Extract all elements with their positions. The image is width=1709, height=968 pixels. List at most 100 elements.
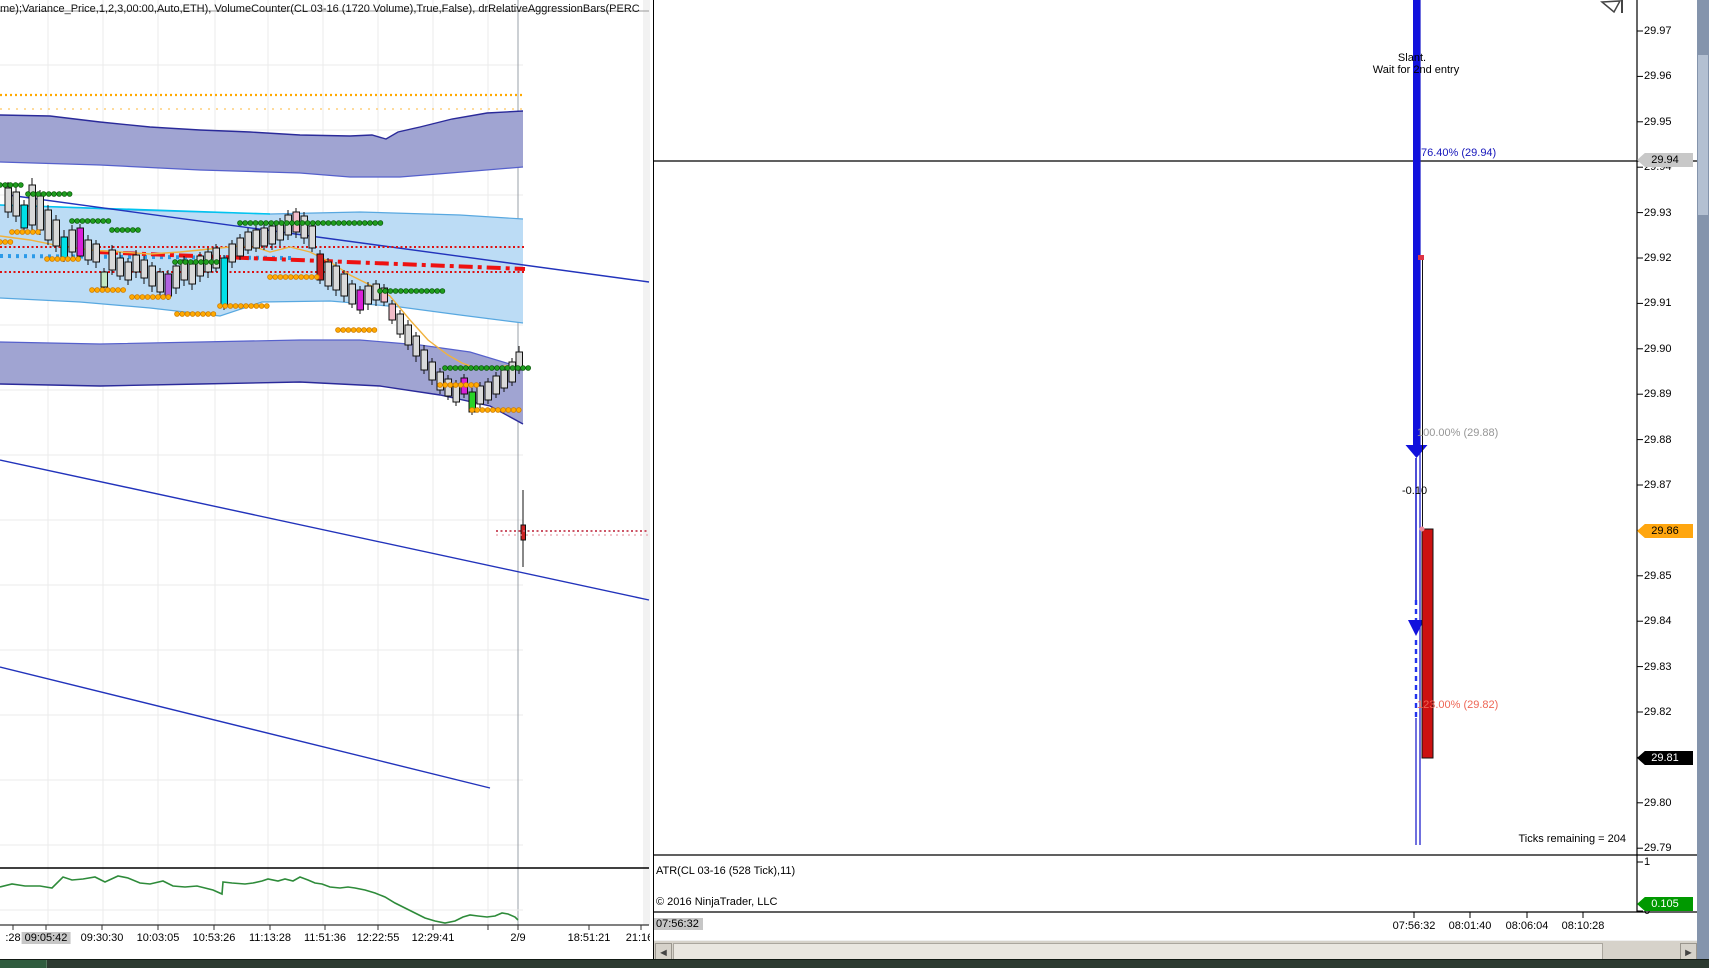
orange-aggression-dot [150, 294, 156, 300]
green-aggression-dot [2, 182, 8, 188]
candle-body [244, 231, 252, 251]
taskbar-strip [0, 959, 1709, 968]
candle-body [308, 225, 316, 249]
green-aggression-dot [198, 259, 204, 265]
orange-aggression-dot [437, 382, 443, 388]
orange-aggression-dot [165, 294, 172, 300]
candle-body [108, 249, 116, 271]
candle-body [148, 265, 156, 287]
green-aggression-dot [193, 259, 199, 265]
candle-body [332, 265, 340, 291]
price-axis-label: 29.97 [1644, 25, 1672, 37]
green-aggression-dot [182, 259, 189, 265]
green-aggression-dot [56, 191, 62, 197]
green-aggression-dot [247, 220, 254, 226]
orange-aggression-dot [277, 274, 284, 280]
orange-aggression-dot [70, 256, 76, 262]
orange-aggression-dot [272, 274, 279, 280]
green-aggression-dot [499, 365, 506, 371]
candle-body [172, 265, 180, 289]
green-aggression-dot [418, 288, 425, 294]
orange-aggression-dot [14, 229, 21, 235]
orange-aggression-dot [248, 303, 255, 309]
orange-aggression-dot [75, 256, 81, 262]
orange-aggression-dot [500, 407, 507, 413]
green-aggression-dot [95, 218, 101, 224]
candle-body [364, 285, 372, 305]
blue-arrow-head [1405, 445, 1428, 458]
candle-body [404, 324, 412, 346]
green-aggression-dot [413, 288, 420, 294]
green-aggression-dot [325, 220, 332, 226]
taskbar-left-segment[interactable] [0, 960, 47, 968]
vertical-scrollbar[interactable] [1697, 0, 1709, 963]
green-aggression-dot [504, 365, 511, 371]
fib-123-label: 123.00% (29.82) [1417, 699, 1499, 711]
left-chart-panel[interactable]: me);Variance_Price,1,2,3,00:00,Auto,ETH)… [0, 0, 650, 968]
time-axis-label: 2/9 [510, 932, 526, 944]
candle-body [124, 261, 132, 281]
price-axis-label: 29.92 [1644, 252, 1672, 264]
orange-aggression-dot [287, 274, 294, 280]
green-aggression-dot [172, 259, 178, 265]
candle-body [52, 219, 60, 247]
orange-aggression-dot [350, 327, 357, 333]
orange-aggression-dot [263, 303, 270, 309]
orange-aggression-dot [195, 311, 201, 317]
candle-body [212, 247, 220, 269]
green-aggression-dot [387, 288, 394, 294]
candle-body [100, 271, 108, 288]
time-axis-label: 08:06:04 [1505, 920, 1549, 932]
pennant-flag-icon[interactable] [1600, 0, 1630, 14]
candle-body [36, 195, 44, 231]
orange-aggression-dot [7, 239, 14, 245]
left-chart-canvas[interactable] [0, 0, 650, 968]
trading-workspace: me);Variance_Price,1,2,3,00:00,Auto,ETH)… [0, 0, 1709, 968]
green-aggression-dot [119, 227, 126, 233]
orange-aggression-dot [115, 287, 121, 293]
candle-body [268, 225, 276, 245]
orange-aggression-dot [134, 294, 141, 300]
candle-body [252, 229, 260, 249]
green-aggression-dot [494, 365, 500, 371]
green-aggression-dot [177, 259, 184, 265]
entry-red-tick [1418, 255, 1424, 260]
green-aggression-dot [462, 365, 469, 371]
green-aggression-dot [114, 227, 120, 233]
atr-indicator-label: ATR(CL 03-16 (528 Tick),11) [656, 865, 796, 877]
green-aggression-dot [434, 288, 441, 294]
green-aggression-dot [257, 220, 264, 226]
green-aggression-dot [7, 182, 14, 188]
vertical-scrollbar-thumb[interactable] [1698, 55, 1708, 215]
orange-aggression-dot [184, 311, 191, 317]
price-axis-label: 29.79 [1644, 842, 1672, 855]
orange-aggression-dot [366, 327, 373, 333]
green-aggression-dot [346, 220, 353, 226]
candle-body [340, 273, 348, 297]
green-aggression-dot [100, 218, 106, 224]
green-aggression-dot [79, 218, 86, 224]
orange-aggression-dot [371, 327, 378, 333]
green-aggression-dot [356, 220, 363, 226]
candle-body [500, 369, 508, 389]
orange-aggression-dot [238, 303, 244, 309]
orange-aggression-dot [474, 407, 481, 413]
right-chart-canvas[interactable] [654, 0, 1697, 940]
green-aggression-dot [130, 227, 136, 233]
orange-aggression-dot [217, 303, 223, 309]
ticks-remaining-label: Ticks remaining = 204 [1518, 833, 1626, 845]
fib-100-label: 100.00% (29.88) [1417, 427, 1499, 439]
orange-aggression-dot [99, 287, 106, 293]
candle-body [348, 283, 356, 305]
green-aggression-dot [84, 218, 91, 224]
time-axis-label: 09:30:30 [80, 932, 124, 944]
green-aggression-dot [45, 191, 52, 197]
price-axis-label: 29.90 [1644, 342, 1672, 355]
candle-body [84, 239, 92, 261]
green-aggression-dot [17, 182, 24, 188]
right-chart-panel[interactable]: Slant. Wait for 2nd entry 76.40% (29.94)… [653, 0, 1697, 968]
green-aggression-dot [66, 191, 73, 197]
green-aggression-dot [213, 259, 220, 265]
candle-body [508, 361, 516, 383]
candle-body [20, 204, 28, 229]
